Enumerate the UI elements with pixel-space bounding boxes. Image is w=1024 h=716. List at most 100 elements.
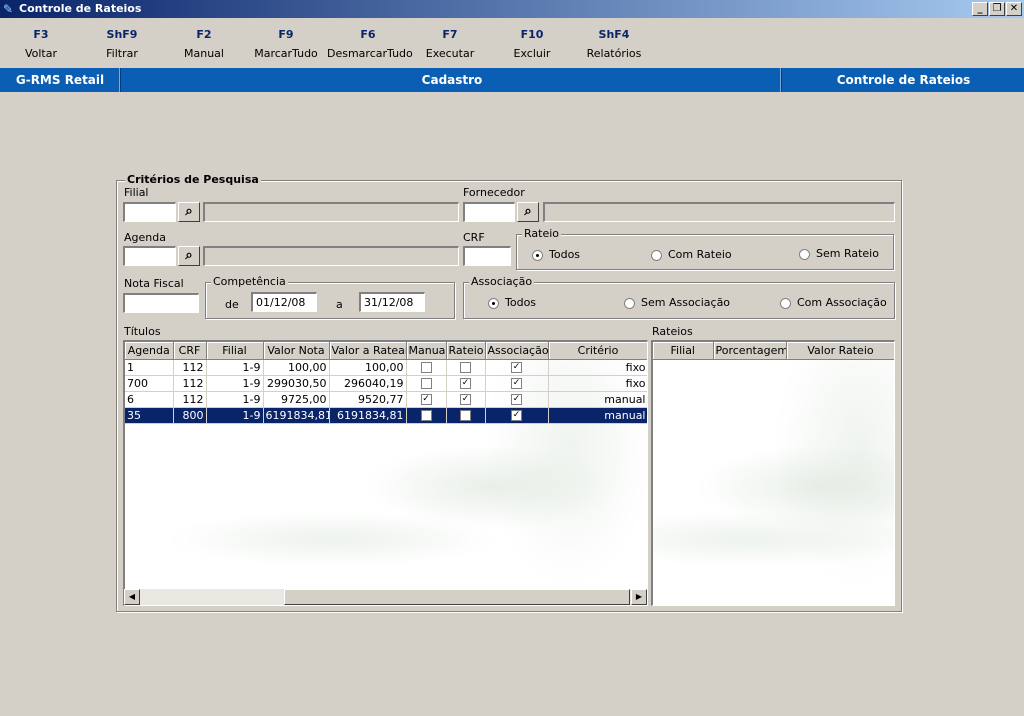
filial-input[interactable] bbox=[123, 202, 176, 222]
column-header-associacao[interactable]: Associação bbox=[485, 342, 549, 360]
rateios-table: Filial Porcentagem Valor Rateio bbox=[653, 342, 894, 360]
group-title: Critérios de Pesquisa bbox=[125, 173, 261, 186]
fornecedor-description-field bbox=[543, 202, 895, 222]
table-row[interactable]: 6 112 1-9 9725,00 9520,77 ✓ ✓ ✓ manual bbox=[125, 391, 647, 408]
titulos-table: Agenda CRF Filial Valor Nota Valor a Rat… bbox=[125, 342, 647, 424]
restore-button[interactable]: ❐ bbox=[989, 2, 1005, 16]
column-header-valor-nota[interactable]: Valor Nota bbox=[263, 342, 330, 360]
checkbox[interactable] bbox=[420, 410, 432, 421]
system-name: G-RMS Retail bbox=[15, 73, 105, 87]
rateios-grid[interactable]: Filial Porcentagem Valor Rateio bbox=[651, 340, 895, 606]
cell-crf: 112 bbox=[173, 359, 207, 376]
checkbox[interactable] bbox=[460, 362, 471, 373]
column-header-porcentagem[interactable]: Porcentagem bbox=[713, 342, 787, 360]
toolbar-label: Relatórios bbox=[586, 47, 642, 60]
radio-label: Sem Associação bbox=[641, 296, 731, 309]
group-title: Rateio bbox=[522, 227, 562, 240]
checkbox[interactable] bbox=[420, 362, 432, 373]
checkbox-checked[interactable]: ✓ bbox=[460, 394, 471, 405]
cell-associacao: ✓ bbox=[485, 375, 549, 392]
minimize-button[interactable]: _ bbox=[972, 2, 988, 16]
checkbox-checked[interactable]: ✓ bbox=[511, 394, 522, 405]
checkbox-checked[interactable]: ✓ bbox=[420, 394, 432, 405]
cell-manual bbox=[406, 407, 447, 424]
agenda-input[interactable] bbox=[123, 246, 176, 266]
cell-filial: 1-9 bbox=[206, 359, 264, 376]
column-header-criterio[interactable]: Critério bbox=[548, 342, 647, 360]
titulos-table-body: 1 112 1-9 100,00 100,00 ✓ fixo 700 112 1-9 299030,… bbox=[125, 359, 647, 424]
close-button[interactable]: ✕ bbox=[1006, 2, 1022, 16]
column-header-crf[interactable]: CRF bbox=[173, 342, 207, 360]
rateio-todos-radio[interactable]: Todos bbox=[532, 248, 580, 262]
crf-label: CRF bbox=[463, 231, 485, 244]
radio-dot bbox=[532, 249, 543, 261]
cell-criterio: manual bbox=[548, 391, 647, 408]
radio-label: Sem Rateio bbox=[816, 247, 879, 260]
excluir-button[interactable]: F10 Excluir bbox=[491, 28, 573, 60]
cell-rateio bbox=[446, 407, 486, 424]
table-header-row: Filial Porcentagem Valor Rateio bbox=[653, 342, 894, 360]
checkbox-checked[interactable]: ✓ bbox=[511, 378, 522, 389]
toolbar-key: F9 bbox=[278, 28, 294, 41]
group-title: Competência bbox=[211, 275, 288, 288]
column-header-valor-rateio[interactable]: Valor Rateio bbox=[786, 342, 894, 360]
function-key-toolbar: F3 Voltar ShF9 Filtrar F2 Manual F9 Marc… bbox=[0, 20, 1024, 66]
titulos-grid[interactable]: Agenda CRF Filial Valor Nota Valor a Rat… bbox=[123, 340, 648, 606]
fornecedor-search-button[interactable]: ⌕ bbox=[517, 202, 539, 222]
crf-input[interactable] bbox=[463, 246, 511, 266]
cell-agenda: 1 bbox=[125, 359, 174, 376]
cell-valor-ratear: 100,00 bbox=[329, 359, 407, 376]
cell-criterio: fixo bbox=[548, 359, 647, 376]
marcar-tudo-button[interactable]: F9 MarcarTudo bbox=[245, 28, 327, 60]
column-header-manual[interactable]: Manual bbox=[406, 342, 447, 360]
toolbar-key: F10 bbox=[520, 28, 544, 41]
table-row[interactable]: 1 112 1-9 100,00 100,00 ✓ fixo bbox=[125, 359, 647, 376]
filial-search-button[interactable]: ⌕ bbox=[178, 202, 200, 222]
column-header-valor-ratear[interactable]: Valor a Ratear bbox=[329, 342, 407, 360]
checkbox[interactable] bbox=[460, 410, 471, 421]
competencia-de-input[interactable]: 01/12/08 bbox=[251, 292, 317, 312]
checkbox[interactable] bbox=[420, 378, 432, 389]
checkbox-checked[interactable]: ✓ bbox=[511, 410, 522, 421]
voltar-button[interactable]: F3 Voltar bbox=[0, 28, 82, 60]
relatorios-button[interactable]: ShF4 Relatórios bbox=[573, 28, 655, 60]
cell-valor-nota: 299030,50 bbox=[263, 375, 330, 392]
cell-crf: 800 bbox=[173, 407, 207, 424]
group-title: Associação bbox=[469, 275, 535, 288]
cell-rateio: ✓ bbox=[446, 391, 486, 408]
filtrar-button[interactable]: ShF9 Filtrar bbox=[81, 28, 163, 60]
executar-button[interactable]: F7 Executar bbox=[409, 28, 491, 60]
manual-button[interactable]: F2 Manual bbox=[163, 28, 245, 60]
column-header-rateio[interactable]: Rateio bbox=[446, 342, 486, 360]
column-header-filial[interactable]: Filial bbox=[206, 342, 264, 360]
agenda-search-button[interactable]: ⌕ bbox=[178, 246, 200, 266]
checkbox-checked[interactable]: ✓ bbox=[460, 378, 471, 389]
module-header-strip: G-RMS Retail Cadastro Controle de Rateio… bbox=[0, 68, 1024, 92]
fornecedor-input[interactable] bbox=[463, 202, 515, 222]
desmarcar-tudo-button[interactable]: F6 DesmarcarTudo bbox=[327, 28, 413, 60]
associacao-sem-radio[interactable]: Sem Associação bbox=[624, 296, 730, 310]
rateio-sem-rateio-radio[interactable]: Sem Rateio bbox=[799, 247, 879, 261]
column-header-filial[interactable]: Filial bbox=[653, 342, 714, 360]
scroll-left-icon[interactable]: ◀ bbox=[124, 589, 140, 605]
rateio-com-rateio-radio[interactable]: Com Rateio bbox=[651, 248, 732, 262]
checkbox-checked[interactable]: ✓ bbox=[511, 362, 522, 373]
titulos-label: Títulos bbox=[124, 325, 161, 338]
table-row[interactable]: 35 800 1-9 6191834,81 6191834,81 ✓ manual bbox=[125, 407, 647, 424]
toolbar-label: MarcarTudo bbox=[254, 47, 318, 60]
scroll-right-icon[interactable]: ▶ bbox=[631, 589, 647, 605]
radio-label: Todos bbox=[549, 248, 581, 261]
cell-crf: 112 bbox=[173, 391, 207, 408]
cell-manual: ✓ bbox=[406, 391, 447, 408]
column-header-agenda[interactable]: Agenda bbox=[125, 342, 174, 360]
nota-fiscal-input[interactable] bbox=[123, 293, 199, 313]
cell-rateio bbox=[446, 359, 486, 376]
competencia-a-input[interactable]: 31/12/08 bbox=[359, 292, 425, 312]
table-row[interactable]: 700 112 1-9 299030,50 296040,19 ✓ ✓ fixo bbox=[125, 375, 647, 392]
horizontal-scrollbar[interactable]: ◀ ▶ bbox=[124, 589, 647, 605]
associacao-todos-radio[interactable]: Todos bbox=[488, 296, 536, 310]
radio-label: Com Associação bbox=[797, 296, 887, 309]
associacao-com-radio[interactable]: Com Associação bbox=[780, 296, 887, 310]
toolbar-key: ShF4 bbox=[598, 28, 630, 41]
scrollbar-thumb[interactable] bbox=[284, 589, 630, 605]
